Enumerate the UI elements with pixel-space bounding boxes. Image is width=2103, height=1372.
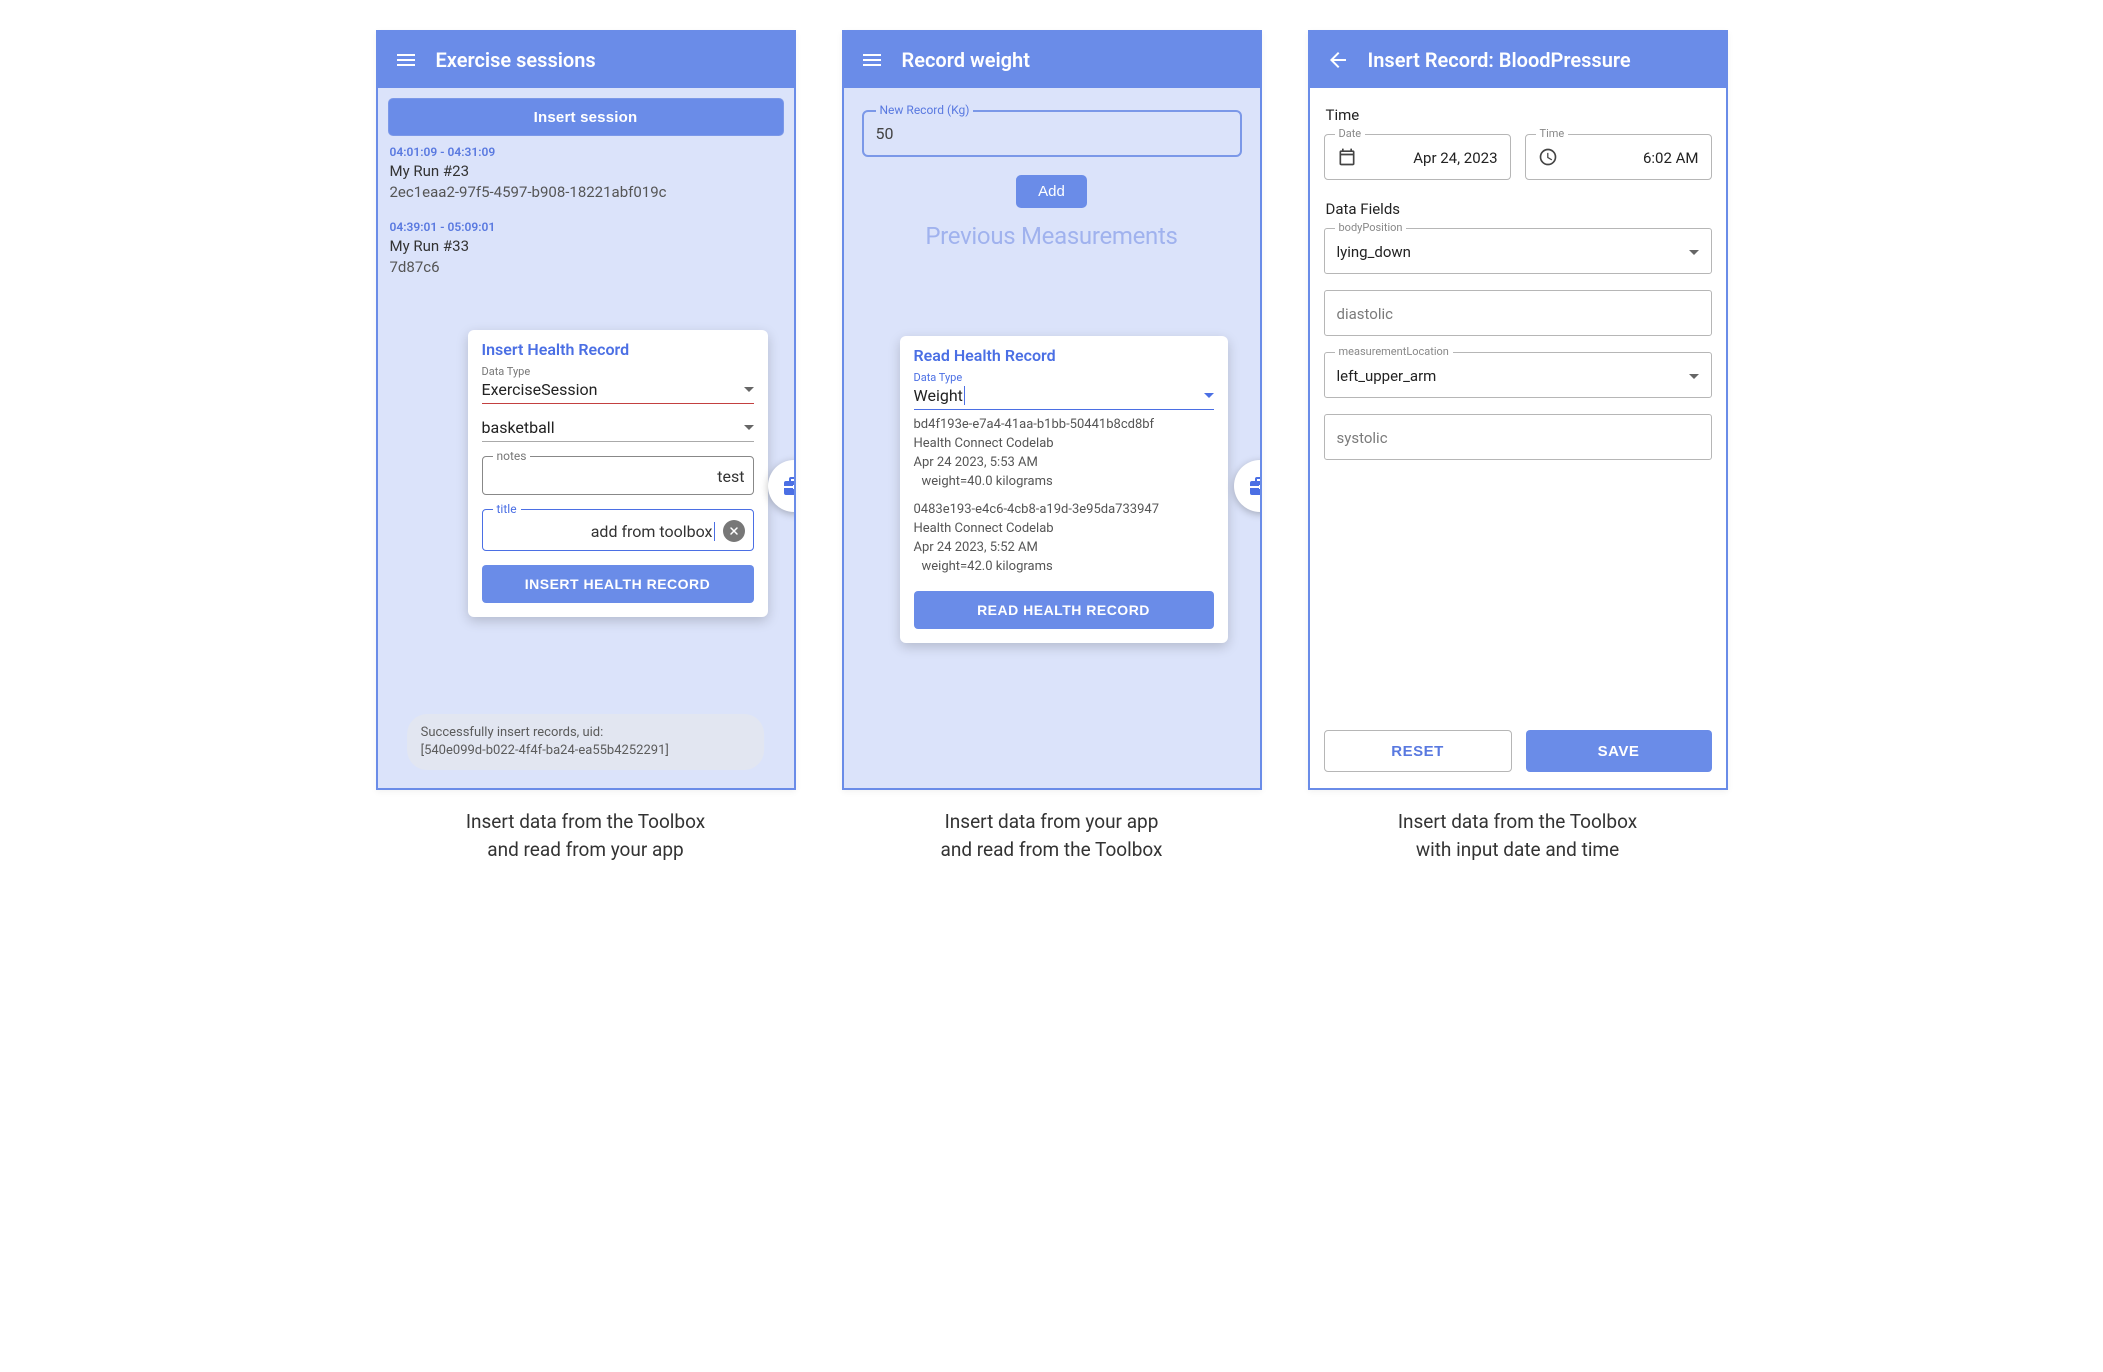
datatype-value: ExerciseSession: [482, 380, 598, 399]
toast-line2: [540e099d-b022-4f4f-ba24-ea55b4252291]: [421, 742, 751, 760]
title-input[interactable]: title add from toolbox: [482, 509, 754, 551]
record-list: bd4f193e-e7a4-41aa-b1bb-50441b8cd8bf Hea…: [914, 416, 1214, 577]
datatype-label: Data Type: [482, 365, 754, 378]
notes-label: notes: [493, 449, 531, 463]
datatype-label: Data Type: [914, 371, 1214, 384]
time-section-label: Time: [1326, 106, 1712, 124]
read-health-record-card: Read Health Record Data Type Weight bd4f…: [900, 336, 1228, 643]
card-title: Read Health Record: [914, 346, 1214, 365]
title-value: add from toolbox: [591, 522, 715, 541]
measurement-location-select[interactable]: measurementLocation left_upper_arm: [1324, 352, 1712, 398]
appbar-title: Exercise sessions: [436, 48, 596, 72]
read-health-record-button[interactable]: READ HEALTH RECORD: [914, 591, 1214, 629]
measurement-location-value: left_upper_arm: [1337, 367, 1437, 385]
add-button[interactable]: Add: [1016, 175, 1087, 208]
chevron-down-icon: [1689, 374, 1699, 379]
session-name: My Run #33: [390, 236, 782, 257]
chevron-down-icon: [1204, 393, 1214, 398]
appbar: Record weight: [844, 32, 1260, 88]
session-item[interactable]: 04:39:01 - 05:09:01 My Run #33 7d87c6: [388, 211, 784, 286]
new-record-input[interactable]: New Record (Kg) 50: [862, 110, 1242, 157]
diastolic-placeholder: diastolic: [1337, 305, 1393, 323]
insert-session-button[interactable]: Insert session: [388, 98, 784, 136]
systolic-placeholder: systolic: [1337, 429, 1388, 447]
time-label: Time: [1536, 127, 1569, 140]
new-record-value: 50: [876, 124, 894, 143]
toolbox-icon: [1248, 474, 1262, 498]
date-input[interactable]: Date Apr 24, 2023: [1324, 134, 1511, 180]
reset-button[interactable]: RESET: [1324, 730, 1512, 772]
phone-screen-3: Insert Record: BloodPressure Time Date A…: [1308, 30, 1728, 790]
datatype-select[interactable]: ExerciseSession: [482, 378, 754, 404]
previous-measurements-heading: Previous Measurements: [862, 222, 1242, 250]
chevron-down-icon: [744, 387, 754, 392]
title-label: title: [493, 502, 521, 516]
toolbox-icon: [782, 474, 796, 498]
appbar: Insert Record: BloodPressure: [1310, 32, 1726, 88]
data-fields-section-label: Data Fields: [1326, 200, 1712, 218]
time-input[interactable]: Time 6:02 AM: [1525, 134, 1712, 180]
chevron-down-icon: [1689, 250, 1699, 255]
caption: Insert data from your app and read from …: [842, 808, 1262, 863]
clock-icon: [1538, 147, 1558, 167]
save-button[interactable]: SAVE: [1526, 730, 1712, 772]
session-time: 04:01:09 - 04:31:09: [390, 144, 782, 161]
chevron-down-icon: [744, 425, 754, 430]
appbar-title: Insert Record: BloodPressure: [1368, 48, 1631, 72]
insert-health-record-button[interactable]: INSERT HEALTH RECORD: [482, 565, 754, 603]
datatype-value: Weight: [914, 386, 965, 405]
screen1-content: Insert session 04:01:09 - 04:31:09 My Ru…: [378, 88, 794, 788]
appbar: Exercise sessions: [378, 32, 794, 88]
exercise-type-value: basketball: [482, 418, 555, 437]
hamburger-icon[interactable]: [860, 48, 884, 72]
new-record-label: New Record (Kg): [876, 103, 974, 117]
phone-screen-1: Exercise sessions Insert session 04:01:0…: [376, 30, 796, 790]
diastolic-input[interactable]: diastolic: [1324, 290, 1712, 336]
record-item: 0483e193-e4c6-4cb8-a19d-3e95da733947 Hea…: [914, 501, 1214, 576]
session-item[interactable]: 04:01:09 - 04:31:09 My Run #23 2ec1eaa2-…: [388, 136, 784, 211]
notes-value: test: [717, 467, 744, 486]
clear-icon[interactable]: [723, 520, 745, 542]
toolbox-fab[interactable]: [1234, 460, 1262, 512]
hamburger-icon[interactable]: [394, 48, 418, 72]
insert-health-record-card: Insert Health Record Data Type ExerciseS…: [468, 330, 768, 617]
datatype-select[interactable]: Weight: [914, 384, 1214, 410]
notes-input[interactable]: notes test: [482, 456, 754, 495]
body-position-label: bodyPosition: [1335, 221, 1407, 234]
back-icon[interactable]: [1326, 48, 1350, 72]
body-position-value: lying_down: [1337, 243, 1411, 261]
phone-screen-2: Record weight New Record (Kg) 50 Add Pre…: [842, 30, 1262, 790]
caption: Insert data from the Toolbox and read fr…: [376, 808, 796, 863]
session-uid: 7d87c6: [390, 257, 782, 278]
record-item: bd4f193e-e7a4-41aa-b1bb-50441b8cd8bf Hea…: [914, 416, 1214, 491]
screen3-content: Time Date Apr 24, 2023 Time 6:02 AM Data…: [1310, 88, 1726, 788]
session-time: 04:39:01 - 05:09:01: [390, 219, 782, 236]
card-title: Insert Health Record: [482, 340, 754, 359]
calendar-icon: [1337, 147, 1357, 167]
success-toast: Successfully insert records, uid: [540e0…: [407, 714, 765, 770]
toolbox-fab[interactable]: [768, 460, 796, 512]
systolic-input[interactable]: systolic: [1324, 414, 1712, 460]
toast-line1: Successfully insert records, uid:: [421, 724, 751, 742]
measurement-location-label: measurementLocation: [1335, 345, 1453, 358]
time-value: 6:02 AM: [1643, 149, 1699, 167]
date-value: Apr 24, 2023: [1413, 149, 1497, 167]
body-position-select[interactable]: bodyPosition lying_down: [1324, 228, 1712, 274]
caption: Insert data from the Toolbox with input …: [1308, 808, 1728, 863]
session-uid: 2ec1eaa2-97f5-4597-b908-18221abf019c: [390, 182, 782, 203]
screen2-content: New Record (Kg) 50 Add Previous Measurem…: [844, 88, 1260, 788]
session-name: My Run #23: [390, 161, 782, 182]
date-label: Date: [1335, 127, 1366, 140]
exercise-type-select[interactable]: basketball: [482, 416, 754, 442]
appbar-title: Record weight: [902, 48, 1030, 72]
